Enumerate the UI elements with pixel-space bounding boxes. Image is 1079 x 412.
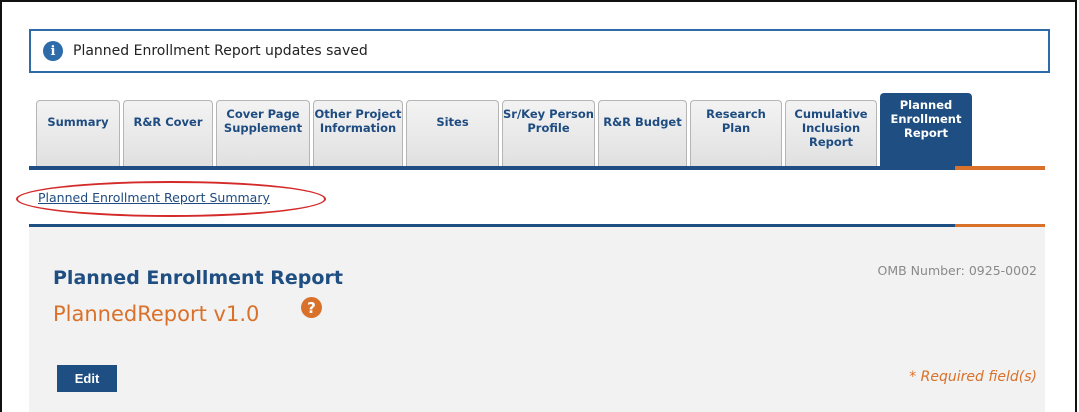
tab-label: Cover Page Supplement [223, 107, 303, 135]
info-icon: i [43, 41, 63, 61]
tab-label: Research Plan [706, 107, 766, 135]
highlight-annotation [16, 181, 326, 217]
tab-cover-page-supplement[interactable]: Cover Page Supplement [216, 100, 310, 167]
alert-message: Planned Enrollment Report updates saved [73, 43, 368, 59]
tab-label: Cumulative Inclusion Report [794, 107, 868, 149]
tab-other-project-information[interactable]: Other Project Information [313, 100, 403, 167]
tab-rr-budget[interactable]: R&R Budget [598, 100, 687, 167]
tab-cumulative-inclusion-report[interactable]: Cumulative Inclusion Report [785, 100, 877, 167]
tab-planned-enrollment-report[interactable]: Planned Enrollment Report [880, 93, 972, 167]
tab-label: Sites [436, 115, 469, 129]
form-name: PlannedReport v1.0 [53, 302, 260, 326]
tab-label: Sr/Key Person Profile [503, 107, 594, 135]
success-alert: i Planned Enrollment Report updates save… [29, 29, 1050, 73]
edit-button[interactable]: Edit [57, 365, 117, 392]
tab-label: Planned Enrollment Report [890, 98, 962, 140]
tab-label: R&R Cover [133, 115, 203, 129]
tab-label: Other Project Information [314, 107, 402, 135]
tab-rr-cover[interactable]: R&R Cover [123, 100, 213, 167]
omb-number: OMB Number: 0925-0002 [877, 263, 1038, 278]
tab-sr-key-person-profile[interactable]: Sr/Key Person Profile [502, 100, 595, 167]
tab-label: Summary [47, 115, 109, 129]
tab-summary[interactable]: Summary [36, 100, 120, 167]
form-panel: Planned Enrollment Report PlannedReport … [29, 227, 1045, 412]
help-icon[interactable]: ? [301, 297, 322, 318]
tab-research-plan[interactable]: Research Plan [690, 100, 782, 167]
tab-label: R&R Budget [603, 115, 682, 129]
required-fields-note: * Required field(s) [909, 369, 1037, 385]
form-title: Planned Enrollment Report [53, 267, 343, 289]
tab-sites[interactable]: Sites [406, 100, 499, 167]
